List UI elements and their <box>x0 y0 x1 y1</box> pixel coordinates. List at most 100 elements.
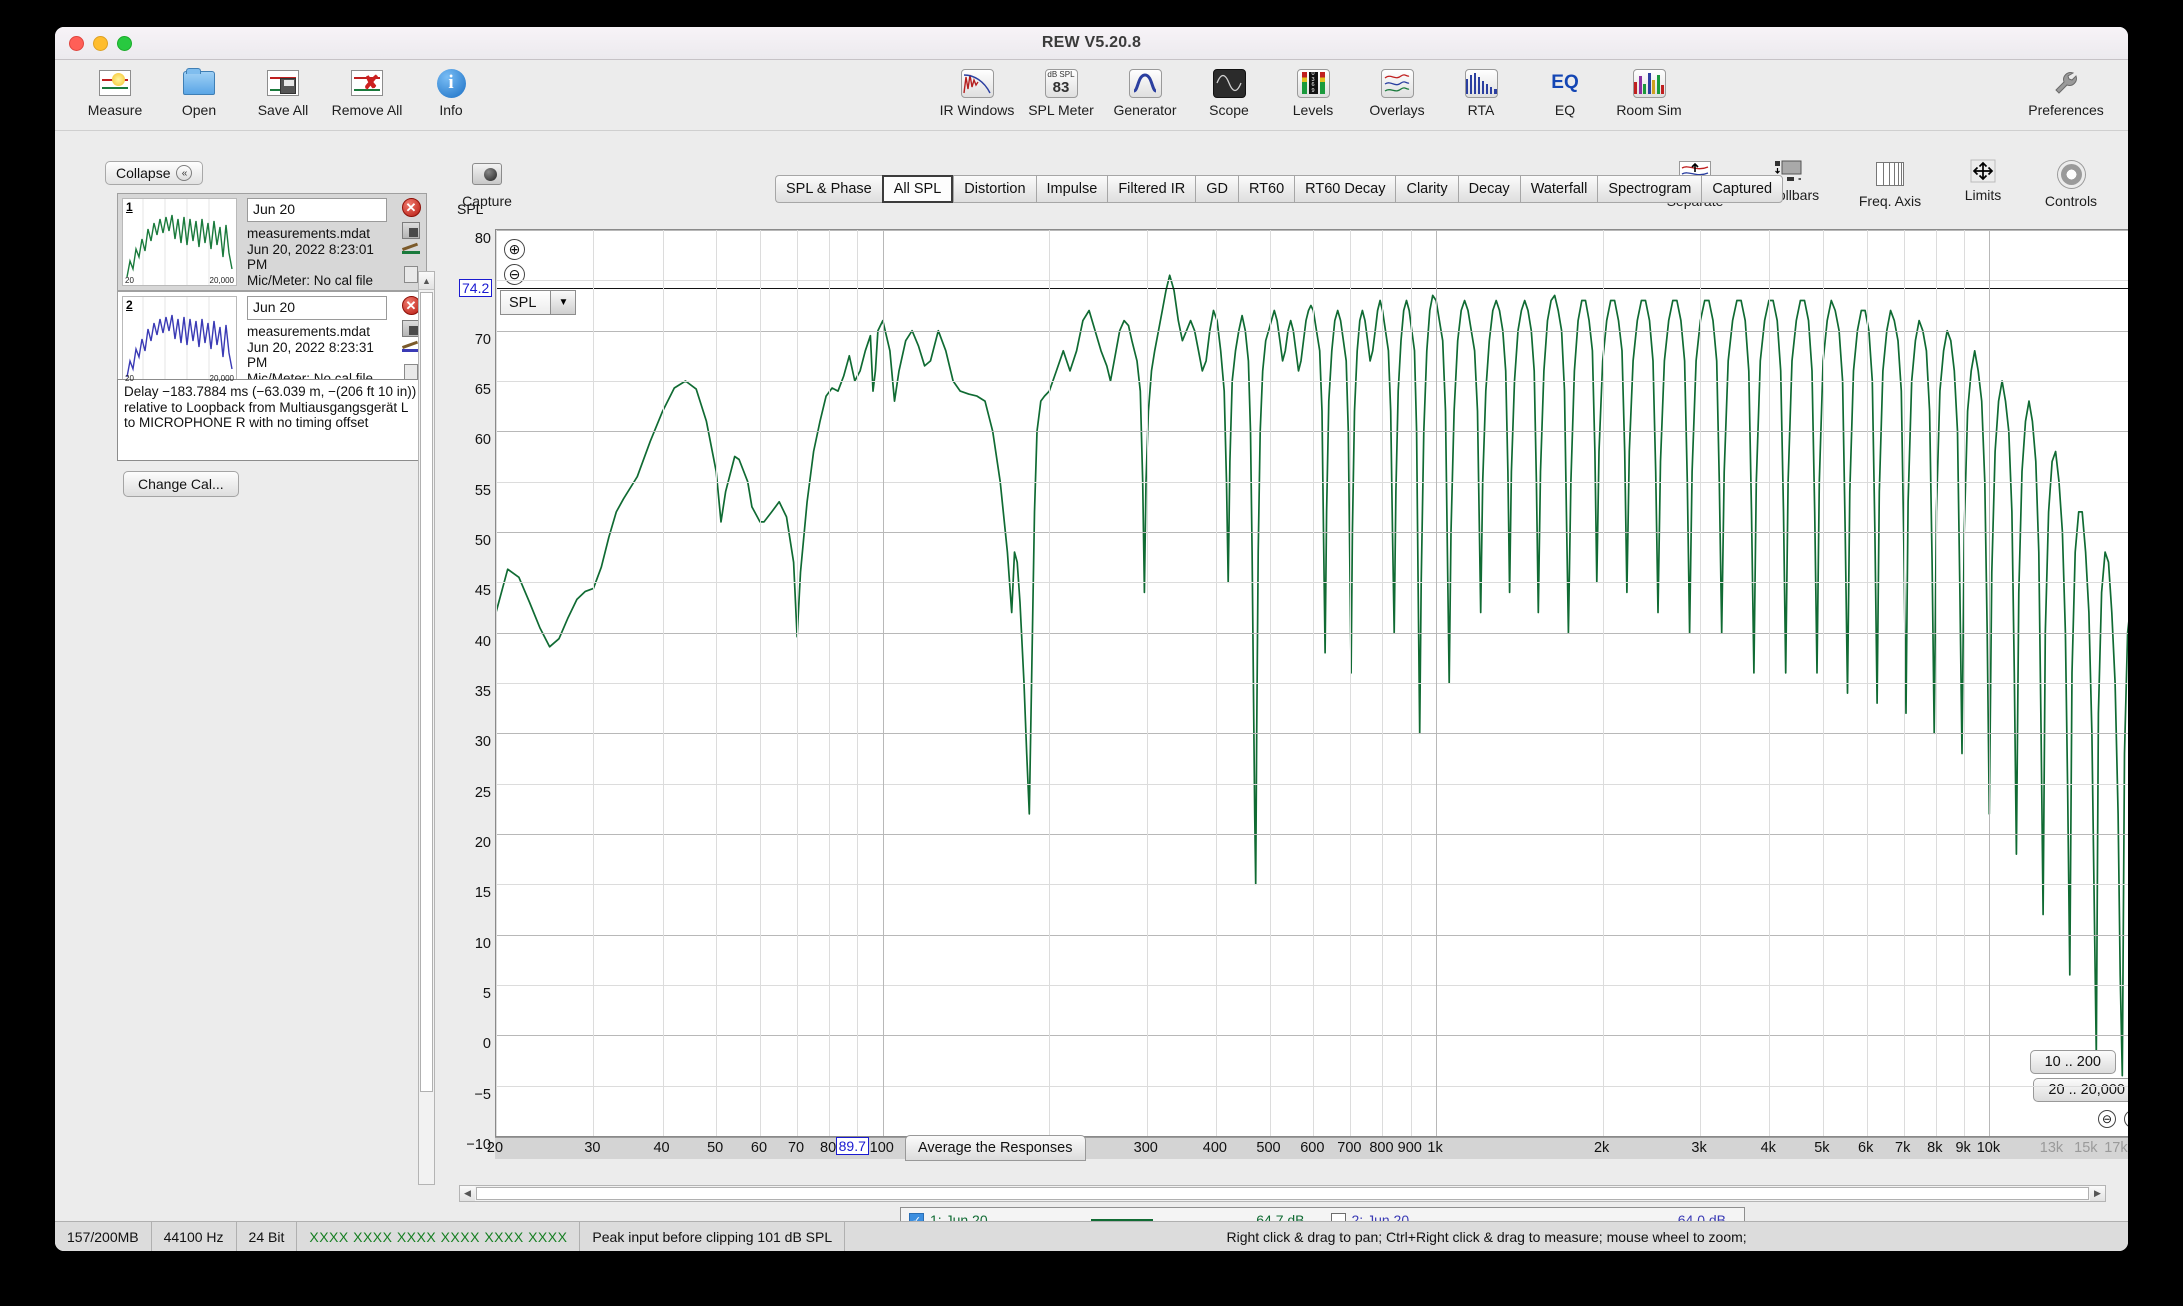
y-cursor-readout: 74.2 <box>459 279 493 298</box>
open-button[interactable]: Open <box>157 64 241 118</box>
close-window-button[interactable] <box>69 35 84 51</box>
x-tick-label: 10k <box>1976 1140 2001 1156</box>
maximize-window-button[interactable] <box>117 35 132 51</box>
window-controls[interactable] <box>69 35 132 51</box>
overlays-icon <box>1379 67 1415 99</box>
x-tick-label: 17k <box>2104 1140 2128 1156</box>
tab-label: Spectrogram <box>1608 181 1692 197</box>
save-all-button[interactable]: Save All <box>241 64 325 118</box>
x-tick-label: 40 <box>653 1140 670 1156</box>
zoom-in-icon[interactable]: ⊕ <box>504 239 525 260</box>
tab-decay[interactable]: Decay <box>1457 175 1520 203</box>
grid-line-v <box>1313 230 1315 1136</box>
remove-all-button[interactable]: ✘ Remove All <box>325 64 409 118</box>
measurement-name-input[interactable]: Jun 20 <box>247 296 387 320</box>
tab-rt60[interactable]: RT60 <box>1237 175 1295 203</box>
controls-button[interactable]: Controls <box>2024 155 2118 209</box>
grid-line-v <box>1989 230 1991 1136</box>
input-meter: XXXX XXXX XXXX XXXX XXXX XXXX <box>297 1222 581 1251</box>
range-button-10-200[interactable]: 10 .. 200 <box>2029 1050 2116 1074</box>
plot-area[interactable]: ⊕ ⊖ SPL ▼ 10 .. 200 20 .. 20,000 ⊖ ⊕ <box>495 229 2128 1137</box>
room-sim-button[interactable]: Room Sim <box>1607 64 1691 118</box>
peak-input-status: Peak input before clipping 101 dB SPL <box>580 1222 846 1251</box>
measurement-notes[interactable]: Delay −183.7884 ms (−63.039 m, −(206 ft … <box>117 379 427 461</box>
generator-button[interactable]: Generator <box>1103 64 1187 118</box>
tab-spectrogram[interactable]: Spectrogram <box>1597 175 1702 203</box>
eq-button[interactable]: EQ EQ <box>1523 64 1607 118</box>
sidebar-scrollbar[interactable]: ▲ <box>418 271 435 1185</box>
collapse-button[interactable]: Collapse « <box>105 161 204 185</box>
measurement-timestamp: Jun 20, 2022 8:23:31 PM <box>247 339 374 371</box>
grid-line-v <box>496 230 497 1136</box>
grid-line-v <box>716 230 718 1136</box>
horizontal-cursor[interactable] <box>496 288 2128 290</box>
chevron-down-icon[interactable]: ▼ <box>550 291 576 314</box>
limits-button[interactable]: Limits <box>1942 155 2024 209</box>
toolbar-left-group: Measure Open Save All ✘ Remove All i Inf… <box>73 64 493 118</box>
scrollbar-thumb[interactable] <box>476 1187 2089 1200</box>
grid-line-h <box>496 1035 2128 1037</box>
chart-horizontal-scrollbar[interactable]: ◀ ▶ <box>459 1185 2106 1202</box>
grid-line-v <box>1269 230 1271 1136</box>
tab-gd[interactable]: GD <box>1195 175 1238 203</box>
grid-line-v <box>593 230 595 1136</box>
save-icon[interactable] <box>401 221 421 239</box>
axis-select-value: SPL <box>509 294 537 311</box>
preferences-button[interactable]: Preferences <box>2014 64 2118 118</box>
zoom-out-icon[interactable]: ⊖ <box>504 264 525 285</box>
grid-line-v <box>1146 230 1148 1136</box>
average-responses-button[interactable]: Average the Responses <box>905 1135 1086 1161</box>
measurement-item-1[interactable]: 1 20 20,000 Jun 20 measurements.mdat Jun… <box>117 193 427 291</box>
open-label: Open <box>181 102 217 118</box>
close-icon[interactable]: ✕ <box>401 198 421 217</box>
grid-line-h <box>496 934 2128 936</box>
measurement-mic: Mic/Meter: No cal file <box>247 272 374 288</box>
y-tick-label: 40 <box>474 633 491 650</box>
overlays-button[interactable]: Overlays <box>1355 64 1439 118</box>
info-button[interactable]: i Info <box>409 64 493 118</box>
tab-captured[interactable]: Captured <box>1701 175 1784 203</box>
scroll-right-icon[interactable]: ▶ <box>2090 1186 2105 1201</box>
rta-button[interactable]: RTA <box>1439 64 1523 118</box>
range-button-20-20000[interactable]: 20 .. 20,000 <box>2033 1078 2128 1102</box>
x-tick-label: 20 <box>486 1140 504 1156</box>
grid-line-h <box>496 481 2128 483</box>
y-tick-label: 5 <box>482 986 491 1002</box>
tab-filtered-ir[interactable]: Filtered IR <box>1107 175 1196 203</box>
room-sim-label: Room Sim <box>1616 102 1682 118</box>
x-tick-label: 900 <box>1397 1140 1422 1156</box>
scope-button[interactable]: Scope <box>1187 64 1271 118</box>
grid-line-v <box>829 230 831 1136</box>
scroll-left-icon[interactable]: ◀ <box>460 1186 475 1201</box>
freq-axis-button[interactable]: Freq. Axis <box>1838 155 1942 209</box>
tab-waterfall[interactable]: Waterfall <box>1519 175 1598 203</box>
eq-label: EQ <box>1554 102 1576 118</box>
zoom-out-icon[interactable]: ⊖ <box>2098 1110 2116 1128</box>
measure-button[interactable]: Measure <box>73 64 157 118</box>
minimize-window-button[interactable] <box>93 35 108 51</box>
freq-axis-label: Freq. Axis <box>1858 193 1922 209</box>
scrollbar-thumb[interactable] <box>420 292 433 1092</box>
ir-windows-button[interactable]: IR Windows <box>935 64 1019 118</box>
axis-select[interactable]: SPL ▼ <box>500 290 577 315</box>
tab-distortion[interactable]: Distortion <box>953 175 1036 203</box>
scroll-up-icon[interactable]: ▲ <box>419 272 434 290</box>
screen: REW V5.20.8 Measure Open Save All ✘ Remo… <box>0 0 2183 1306</box>
tab-spl-phase[interactable]: SPL & Phase <box>775 175 882 203</box>
tab-label: All SPL <box>893 181 942 197</box>
rta-icon <box>1463 67 1499 99</box>
measurement-thumbnail: 1 20 20,000 <box>122 198 237 286</box>
color-pencil-icon[interactable] <box>401 243 421 261</box>
measurement-item-2[interactable]: 2 20 20,000 Jun 20 measurements.mdat Jun… <box>117 291 427 389</box>
spl-meter-button[interactable]: dB SPL 83 SPL Meter <box>1019 64 1103 118</box>
tab-clarity[interactable]: Clarity <box>1395 175 1458 203</box>
levels-button[interactable]: 0369 Levels <box>1271 64 1355 118</box>
grid-line-v <box>1866 230 1868 1136</box>
y-tick-label: 50 <box>474 533 491 549</box>
y-tick-label: 15 <box>474 885 491 902</box>
tab-rt60-decay[interactable]: RT60 Decay <box>1294 175 1396 203</box>
tab-all-spl[interactable]: All SPL <box>881 175 954 203</box>
tab-impulse[interactable]: Impulse <box>1035 175 1108 203</box>
change-cal-button[interactable]: Change Cal... <box>123 471 239 497</box>
measurement-name-input[interactable]: Jun 20 <box>247 198 387 222</box>
